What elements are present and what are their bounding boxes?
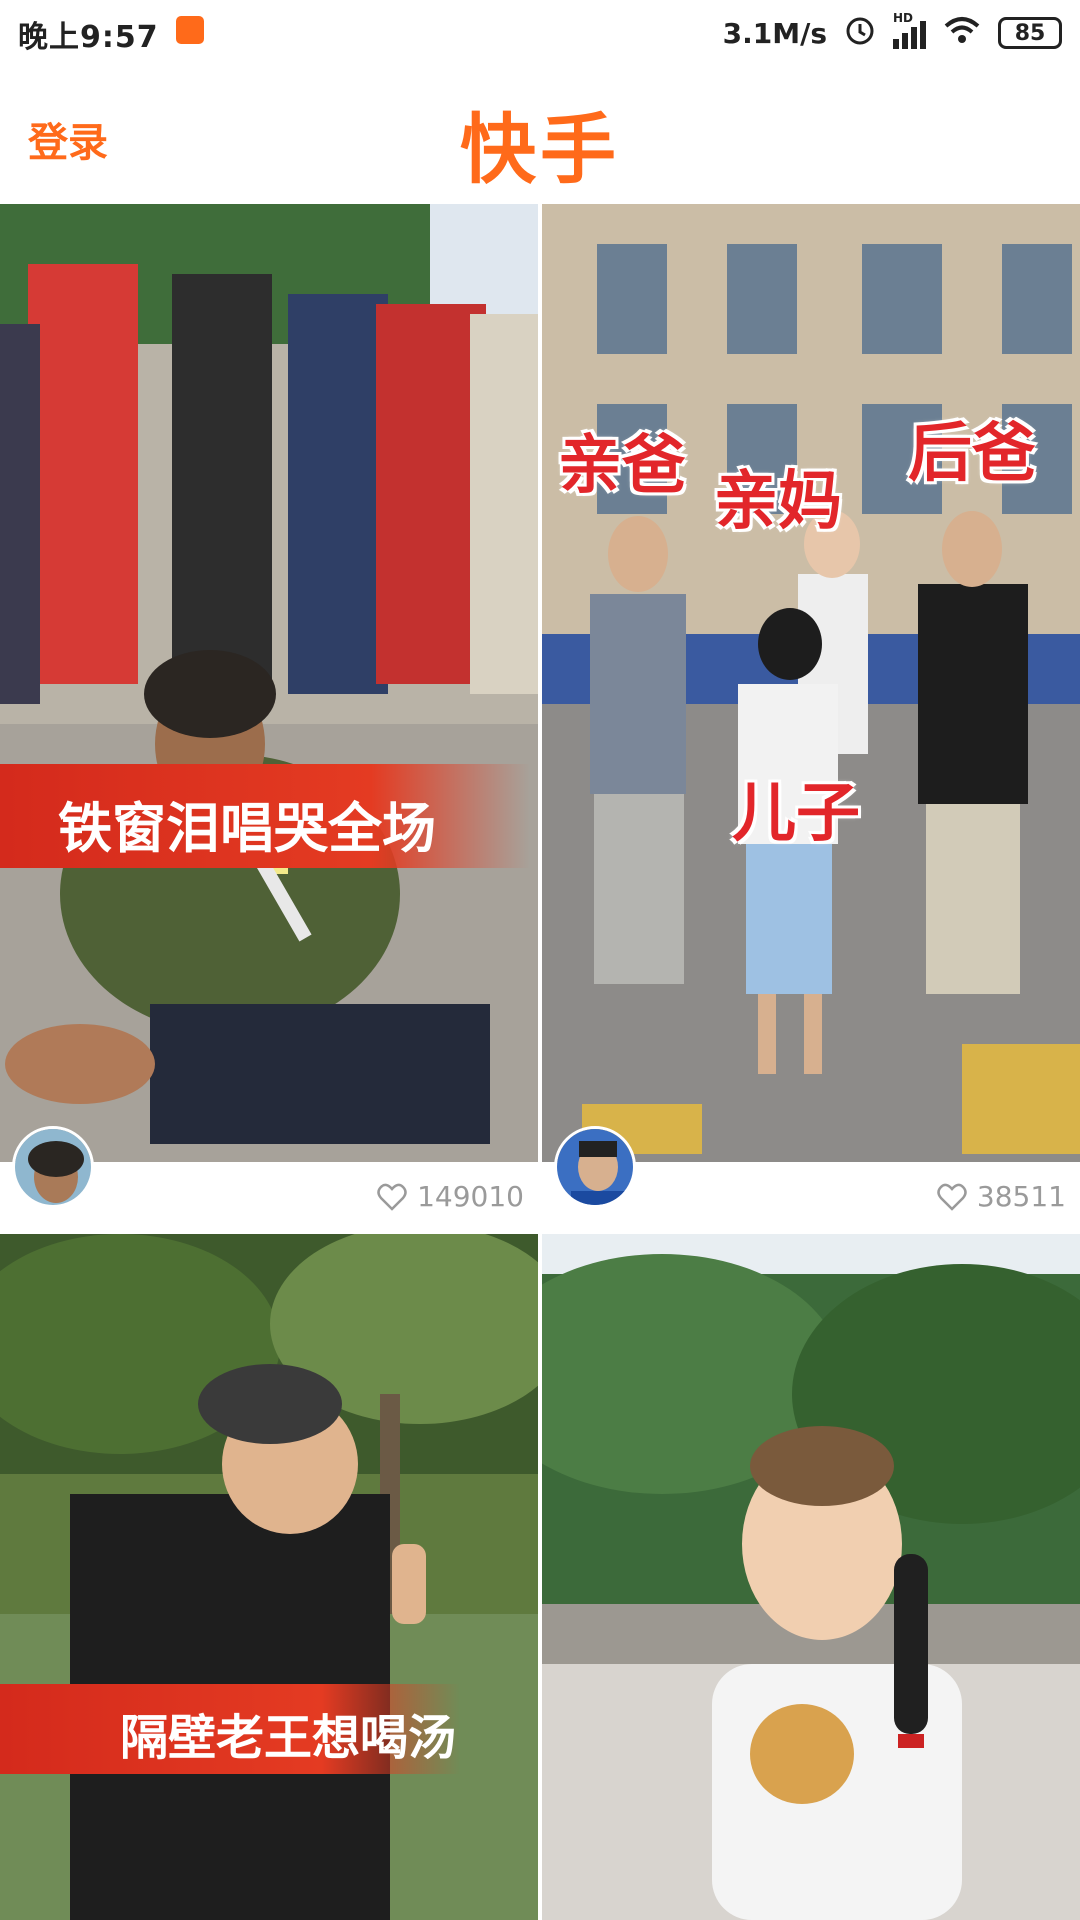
battery-icon: 85: [998, 17, 1062, 49]
video-card-1[interactable]: 铁窗泪唱哭全场 149010: [0, 204, 538, 1232]
like-count-value: 38511: [976, 1180, 1066, 1213]
cover-image-family-skit: [542, 204, 1080, 1162]
alarm-icon: [843, 13, 877, 54]
video-card-4[interactable]: [542, 1234, 1080, 1920]
app-notification-icon: [176, 16, 204, 44]
video-card-2[interactable]: 亲爸 亲妈 后爸 儿子 38511: [542, 204, 1080, 1232]
network-speed: 3.1M/s: [722, 16, 827, 50]
heart-icon: [937, 1183, 967, 1211]
page-title: 快手: [460, 105, 620, 194]
like-count-value: 149010: [417, 1180, 524, 1213]
label-father: 亲爸: [558, 429, 686, 503]
app-header: 登录 快手: [0, 66, 1080, 204]
video-cover-3[interactable]: 隔壁老王想喝汤: [0, 1234, 538, 1920]
wifi-icon: [942, 14, 982, 53]
cover-image-child-singer: [542, 1234, 1080, 1920]
video-feed-grid: 铁窗泪唱哭全场 149010 亲爸 亲妈 后爸 儿子 38511 隔壁老王想喝汤: [0, 204, 1080, 1920]
video-caption: 隔壁老王想喝汤: [120, 1710, 457, 1766]
like-count[interactable]: 38511: [937, 1180, 1066, 1213]
card-footer: 38511: [542, 1126, 1080, 1232]
label-son: 儿子: [732, 777, 860, 851]
status-right: 3.1M/s HD 85: [723, 10, 1062, 56]
status-bar: 晚上9:57 3.1M/s HD 85: [0, 0, 1080, 66]
like-count[interactable]: 149010: [377, 1180, 524, 1213]
author-avatar[interactable]: [12, 1126, 94, 1208]
video-cover-2[interactable]: 亲爸 亲妈 后爸 儿子: [542, 204, 1080, 1162]
cover-image-crowd-singer: [0, 204, 538, 1162]
video-caption: 铁窗泪唱哭全场: [58, 797, 436, 860]
network-label: HD: [893, 11, 914, 25]
author-avatar[interactable]: [554, 1126, 636, 1208]
video-cover-1[interactable]: 铁窗泪唱哭全场: [0, 204, 538, 1162]
signal-icon: HD: [893, 11, 926, 49]
heart-icon: [377, 1183, 407, 1211]
label-stepfather: 后爸: [908, 417, 1036, 491]
label-mother: 亲妈: [714, 465, 842, 539]
video-card-3[interactable]: 隔壁老王想喝汤: [0, 1234, 538, 1920]
cover-image-grandma: [0, 1234, 538, 1920]
status-time: 晚上9:57: [18, 20, 159, 55]
card-footer: 149010: [0, 1126, 538, 1232]
video-cover-4[interactable]: [542, 1234, 1080, 1920]
